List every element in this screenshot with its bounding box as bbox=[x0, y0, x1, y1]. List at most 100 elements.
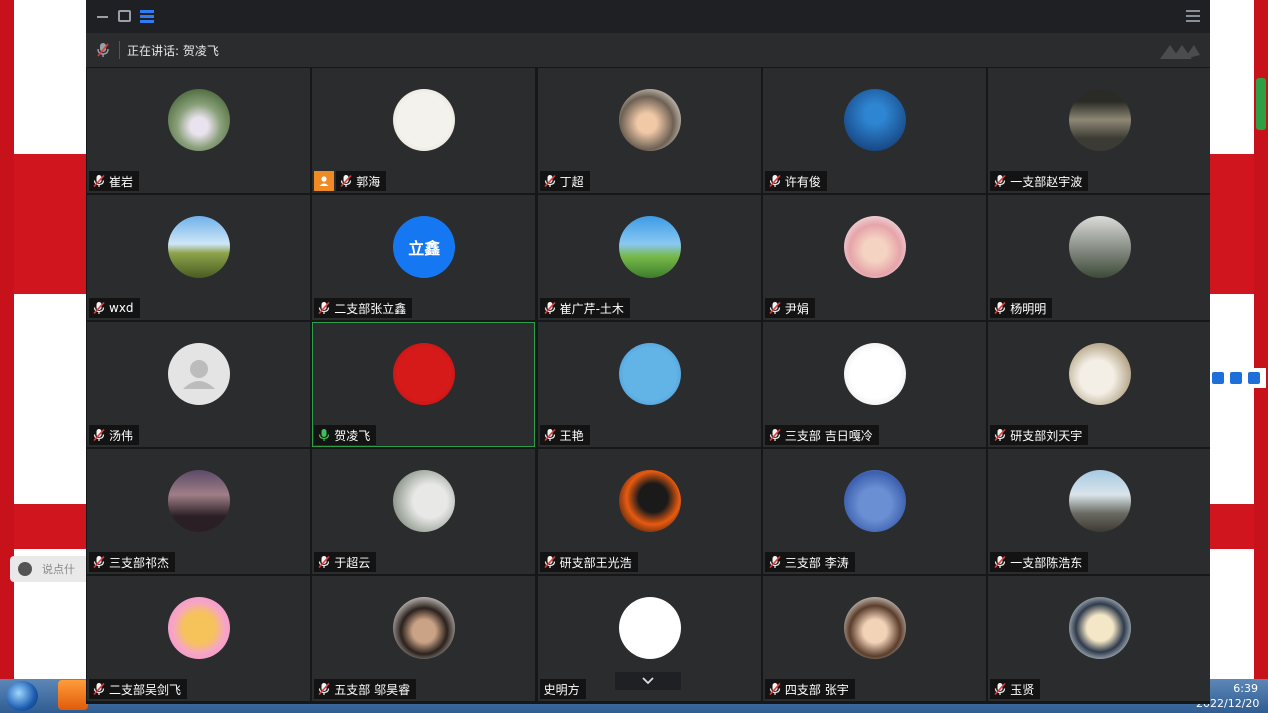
participant-tile[interactable]: 郭海 bbox=[312, 68, 536, 193]
menu-icon[interactable] bbox=[1186, 10, 1200, 24]
participant-name: wxd bbox=[109, 301, 134, 315]
participant-tile[interactable]: 立鑫 二支部张立鑫 bbox=[312, 195, 536, 320]
participant-avatar bbox=[1069, 470, 1132, 532]
speaking-label: 正在讲话: 贺凌飞 bbox=[127, 44, 219, 58]
participant-tile[interactable]: 尹娟 bbox=[762, 195, 986, 320]
participant-tile[interactable]: 研支部王光浩 bbox=[537, 449, 761, 574]
participant-tile[interactable]: 崔广芹-土木 bbox=[537, 195, 761, 320]
participant-name: 崔广芹-土木 bbox=[559, 301, 624, 316]
mic-muted-icon bbox=[994, 428, 1006, 442]
layout-list-button[interactable] bbox=[140, 9, 154, 23]
participant-name-tag: 贺凌飞 bbox=[314, 425, 377, 445]
mic-muted-icon bbox=[318, 555, 330, 569]
participant-avatar: 立鑫 bbox=[393, 216, 456, 278]
divider bbox=[119, 41, 120, 59]
meeting-window: 正在讲话: 贺凌飞 崔岩 郭海 丁超 许有俊 一支部赵宇波 wxd 立鑫 二支部张立鑫崔广芹-… bbox=[86, 0, 1210, 704]
participant-avatar bbox=[1069, 216, 1132, 278]
mic-muted-icon bbox=[769, 682, 781, 696]
window-titlebar bbox=[86, 0, 1210, 33]
participant-tile[interactable]: 于超云 bbox=[312, 449, 536, 574]
participant-tile[interactable]: 崔岩 bbox=[87, 68, 310, 193]
participant-name-tag: 崔岩 bbox=[89, 171, 140, 191]
participant-name-tag: 研支部王光浩 bbox=[539, 552, 638, 572]
participant-tile[interactable]: 贺凌飞 bbox=[312, 322, 536, 447]
mic-muted-icon bbox=[93, 682, 105, 696]
participant-avatar bbox=[1069, 597, 1132, 659]
participant-avatar bbox=[843, 470, 906, 532]
participant-tile[interactable]: 丁超 bbox=[537, 68, 761, 193]
mic-muted-icon bbox=[769, 174, 781, 188]
participant-name-tag: 一支部赵宇波 bbox=[990, 171, 1089, 191]
participant-avatar bbox=[843, 597, 906, 659]
participant-name-tag: 三支部 李涛 bbox=[764, 552, 855, 572]
participant-tile[interactable]: 一支部赵宇波 bbox=[988, 68, 1210, 193]
participant-tile[interactable]: 一支部陈浩东 bbox=[988, 449, 1210, 574]
emoji-icon[interactable] bbox=[18, 562, 32, 576]
participant-name-tag: 于超云 bbox=[314, 552, 377, 572]
chevron-down-icon bbox=[642, 677, 654, 685]
chat-placeholder: 说点什 bbox=[42, 563, 75, 576]
participant-name: 贺凌飞 bbox=[334, 428, 371, 443]
background-panel bbox=[14, 294, 86, 504]
participant-avatar bbox=[843, 89, 906, 151]
participant-tile[interactable]: 三支部 吉日嘎冷 bbox=[762, 322, 986, 447]
participant-avatar bbox=[1069, 343, 1132, 405]
mic-muted-icon bbox=[318, 301, 330, 315]
participant-tile[interactable]: 四支部 张宇 bbox=[762, 576, 986, 701]
participant-name-tag: 汤伟 bbox=[89, 425, 140, 445]
participant-name-tag: 研支部刘天宇 bbox=[990, 425, 1089, 445]
mic-muted-icon bbox=[340, 174, 352, 188]
taskbar-app-icon[interactable] bbox=[58, 680, 88, 710]
participant-name: 郭海 bbox=[356, 174, 381, 189]
mic-muted-icon bbox=[769, 555, 781, 569]
participant-avatar bbox=[618, 470, 681, 532]
participant-name: 汤伟 bbox=[109, 428, 134, 443]
participant-tile[interactable]: wxd bbox=[87, 195, 310, 320]
participant-name: 研支部王光浩 bbox=[559, 555, 632, 570]
page-scrollbar[interactable] bbox=[1256, 78, 1266, 130]
mic-on-icon bbox=[319, 429, 330, 441]
participant-tile[interactable]: 研支部刘天宇 bbox=[988, 322, 1210, 447]
participant-name-tag: 三支部祁杰 bbox=[89, 552, 176, 572]
chat-input[interactable]: 说点什 bbox=[10, 556, 90, 582]
participant-tile[interactable]: 杨明明 bbox=[988, 195, 1210, 320]
apps-icon[interactable] bbox=[1248, 372, 1260, 384]
participant-avatar bbox=[618, 89, 681, 151]
maximize-button[interactable] bbox=[118, 10, 131, 22]
participant-avatar bbox=[843, 216, 906, 278]
participant-tile[interactable]: 五支部 邬昊睿 bbox=[312, 576, 536, 701]
mic-muted-icon bbox=[544, 428, 556, 442]
minimize-button[interactable] bbox=[96, 9, 110, 23]
mic-muted-icon bbox=[769, 428, 781, 442]
participant-tile[interactable]: 王艳 bbox=[537, 322, 761, 447]
shirt-icon[interactable] bbox=[1230, 372, 1242, 384]
video-grid: 崔岩 郭海 丁超 许有俊 一支部赵宇波 wxd 立鑫 二支部张立鑫崔广芹-土木 尹娟 杨明明汤伟 贺… bbox=[86, 67, 1210, 704]
scroll-down-button[interactable] bbox=[615, 672, 681, 690]
grid-icon[interactable] bbox=[1212, 372, 1224, 384]
participant-name: 五支部 邬昊睿 bbox=[334, 682, 411, 697]
participant-name-tag: 崔广芹-土木 bbox=[539, 298, 630, 318]
participant-tile[interactable]: 三支部 李涛 bbox=[762, 449, 986, 574]
start-button[interactable] bbox=[6, 681, 38, 711]
background-panel bbox=[1210, 294, 1254, 504]
mic-muted-icon bbox=[544, 301, 556, 315]
participant-name-tag: 二支部吴剑飞 bbox=[89, 679, 188, 699]
participant-tile[interactable]: 三支部祁杰 bbox=[87, 449, 310, 574]
participant-avatar bbox=[168, 216, 230, 278]
participant-tile[interactable]: 二支部吴剑飞 bbox=[87, 576, 310, 701]
mic-muted-icon bbox=[93, 301, 105, 315]
participant-avatar bbox=[618, 597, 681, 659]
participant-name: 玉贤 bbox=[1010, 682, 1035, 697]
participant-name-tag: 许有俊 bbox=[764, 171, 827, 191]
mic-muted-icon bbox=[544, 555, 556, 569]
participant-tile[interactable]: 汤伟 bbox=[87, 322, 310, 447]
participant-avatar bbox=[843, 343, 906, 405]
participant-tile[interactable]: 玉贤 bbox=[988, 576, 1210, 701]
participant-tile[interactable]: 许有俊 bbox=[762, 68, 986, 193]
participant-avatar bbox=[168, 89, 230, 151]
participant-avatar bbox=[618, 216, 681, 278]
avatar-initials: 立鑫 bbox=[408, 239, 441, 258]
background-band bbox=[1210, 154, 1254, 294]
mic-muted-icon bbox=[994, 682, 1006, 696]
participant-name-tag: 玉贤 bbox=[990, 679, 1041, 699]
